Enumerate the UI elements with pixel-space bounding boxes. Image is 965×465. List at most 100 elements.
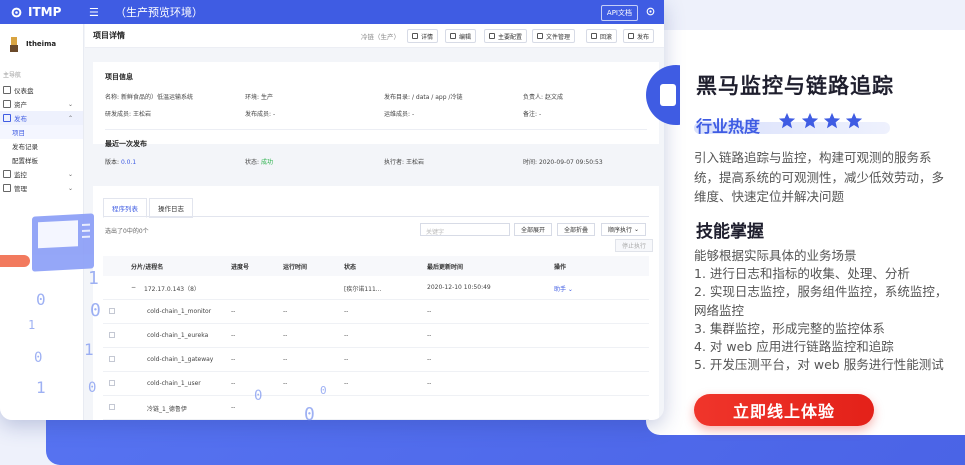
row-runtime: -- [283, 356, 288, 363]
row-status: [疾尔诺111... [344, 286, 382, 293]
decor-line [82, 235, 90, 239]
monitor-icon [3, 170, 11, 178]
sidebar-item-release[interactable]: 发布 ⌃ [0, 111, 83, 125]
sidebar-item-monitor[interactable]: 监控 ⌄ [0, 167, 83, 181]
sidebar-item-dashboard[interactable]: 仪表盘 [0, 83, 83, 97]
row-checkbox[interactable] [109, 308, 115, 314]
row-status: -- [344, 356, 349, 363]
row-checkbox[interactable] [109, 404, 115, 410]
decorative-badge [646, 65, 680, 125]
api-doc-button[interactable]: API文档 [600, 5, 638, 21]
release-time: 时间: 2020-09-07 09:50:53 [523, 159, 603, 166]
file-manage-button[interactable]: 文件管理 [532, 29, 576, 43]
table-row[interactable]: cold-chain_1_gateway -- -- -- -- [103, 348, 649, 372]
project-info-panel: 项目信息 名称: 新鲜食品的）低温运输系统 环境: 生产 发布目录: / dat… [93, 62, 659, 166]
row-pid: -- [231, 332, 236, 339]
program-list-panel: 程序列表 操作日志 选出了0中的0个 关键字 全部展开 全部折叠 顺序执行 ⌄ … [93, 186, 659, 420]
tab-program-list[interactable]: 程序列表 [103, 198, 147, 218]
expand-all-button[interactable]: 全部展开 [514, 223, 553, 236]
skill-item: 3. 集群监控，形成完整的监控体系 [694, 320, 885, 336]
expand-toggle[interactable]: − [131, 284, 136, 291]
sidebar-item-label: 发布 [14, 115, 27, 123]
process-name: cold-chain_1_monitor [147, 308, 212, 315]
hand-illustration [0, 255, 30, 267]
app-window: ITMP ☰ （生产预览环境） API文档 Itheima 主导航 仪表盘 资产… [0, 0, 664, 420]
main-config-button[interactable]: 主要配置 [484, 29, 528, 43]
chevron-up-icon: ⌃ [67, 114, 73, 122]
sidebar-subitem-config-templates[interactable]: 配置样板 [0, 153, 83, 167]
skills-title: 技能掌握 [696, 222, 764, 242]
tab-operation-log[interactable]: 操作日志 [149, 198, 193, 218]
tab-underline [103, 216, 649, 217]
star-icon [801, 112, 819, 129]
project-path: 冷链（生产） [361, 32, 400, 41]
table-row[interactable]: cold-chain_1_monitor -- -- -- -- [103, 300, 649, 324]
binary-digit: 0 [254, 388, 263, 404]
info-release-dir: 发布目录: / data / app /冷链 [384, 94, 463, 101]
row-checkbox[interactable] [109, 356, 115, 362]
sequential-run-button[interactable]: 顺序执行 ⌄ [601, 223, 646, 236]
column-header: 分片/进程名 [131, 264, 164, 271]
manage-icon [3, 184, 11, 192]
row-pid: -- [231, 356, 236, 363]
process-name: cold-chain_1_eureka [147, 332, 209, 339]
sidebar-item-assets[interactable]: 资产 ⌄ [0, 97, 83, 111]
release-status: 状态: 成功 [245, 159, 273, 166]
app-logo[interactable]: ITMP [0, 5, 85, 19]
row-checkbox[interactable] [109, 332, 115, 338]
config-icon [489, 33, 495, 39]
rollback-button[interactable]: 回滚 [586, 29, 618, 43]
table-header: 分片/进程名 进度号 运行时间 状态 最后更新时间 操作 [103, 256, 649, 276]
chevron-down-icon: ⌄ [67, 184, 73, 192]
edit-button[interactable]: 编辑 [445, 29, 477, 43]
column-header: 操作 [554, 264, 567, 271]
sidebar-subitem-release-records[interactable]: 发布记录 [0, 139, 83, 153]
settings-icon[interactable] [645, 6, 656, 17]
release-executor: 执行者: 王松岩 [384, 159, 424, 166]
binary-digit: 1 [84, 340, 94, 359]
row-checkbox[interactable] [109, 380, 115, 386]
info-remark: 备注: - [523, 111, 542, 118]
row-pid: -- [231, 404, 236, 411]
helper-link[interactable]: 助手 ⌄ [554, 284, 573, 293]
row-updated: -- [427, 308, 432, 315]
logo-text: ITMP [28, 5, 62, 19]
release-version: 版本: 0.0.1 [105, 159, 137, 166]
screen-illustration-panel [38, 220, 78, 249]
menu-toggle-icon[interactable]: ☰ [89, 6, 111, 19]
row-updated: -- [427, 380, 432, 387]
column-header: 状态 [344, 264, 357, 271]
top-bar: ITMP ☰ （生产预览环境） API文档 [0, 0, 664, 24]
table-group-row[interactable]: − 172.17.0.143（8） [疾尔诺111... 2020-12-10 … [103, 276, 649, 300]
stop-run-button[interactable]: 停止执行 [615, 239, 654, 252]
info-env: 环境: 生产 [245, 94, 273, 101]
user-profile[interactable]: Itheima [0, 24, 83, 64]
detail-button[interactable]: 详情 [407, 29, 439, 43]
collapse-all-button[interactable]: 全部折叠 [557, 223, 596, 236]
sidebar-item-label: 管理 [14, 185, 27, 193]
edit-icon [450, 33, 456, 39]
try-online-button[interactable]: 立即线上体验 [694, 394, 874, 426]
process-name: cold-chain_1_gateway [147, 356, 214, 363]
binary-digit: 0 [90, 300, 101, 321]
detail-icon [412, 33, 418, 39]
button-label: 顺序执行 [608, 227, 633, 234]
publish-button[interactable]: 发布 [623, 29, 655, 43]
binary-digit: 1 [28, 318, 36, 332]
info-owner: 负责人: 赵文成 [523, 94, 563, 101]
chevron-down-icon: ⌄ [67, 170, 73, 178]
table-row[interactable]: cold-chain_1_eureka -- -- -- -- [103, 324, 649, 348]
sidebar-item-manage[interactable]: 管理 ⌄ [0, 181, 83, 195]
binary-digit: 0 [36, 290, 46, 309]
gear-logo-icon [11, 7, 22, 17]
table-row[interactable]: 冷链_1_德鲁伊 -- [103, 396, 649, 420]
skills-intro: 能够根据实际具体的业务场景 [694, 248, 857, 263]
table-row[interactable]: cold-chain_1_user -- -- -- -- [103, 372, 649, 396]
course-title: 黑马监控与链路追踪 [696, 74, 894, 98]
decor-line [82, 223, 90, 227]
sidebar-subitem-project[interactable]: 项目 [0, 125, 83, 139]
heat-label: 行业热度 [696, 117, 761, 136]
button-label: 详情 [421, 33, 434, 41]
search-input[interactable]: 关键字 [420, 223, 510, 236]
floating-screen-illustration [32, 213, 94, 272]
